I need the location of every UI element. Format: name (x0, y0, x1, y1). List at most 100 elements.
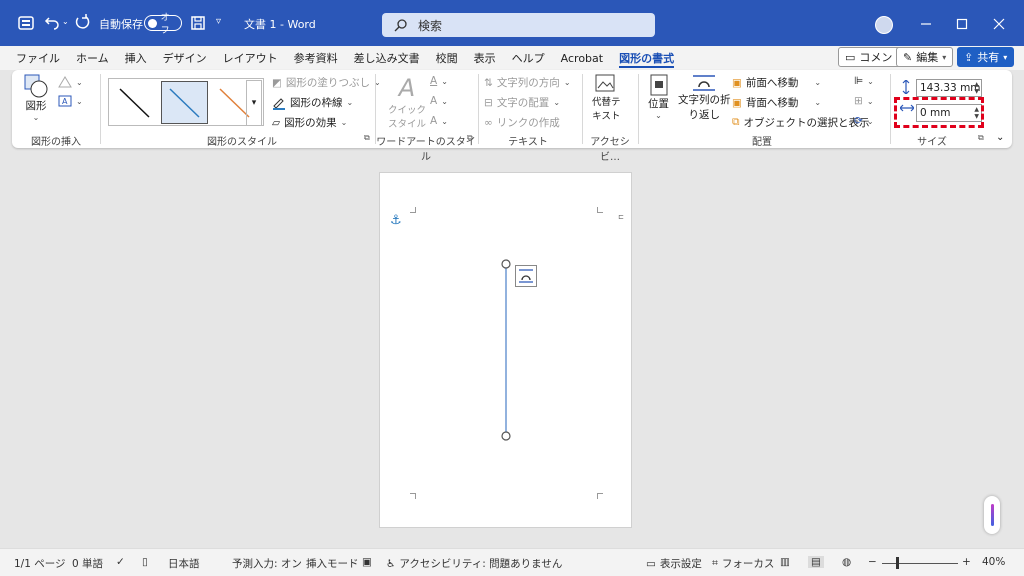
focus-button[interactable]: ⌗ フォーカス (712, 556, 774, 571)
save-icon[interactable] (190, 15, 206, 31)
word-app-icon[interactable] (18, 15, 34, 31)
undo-dropdown-icon[interactable]: ⌄ (62, 17, 69, 26)
style-gallery-more-button[interactable]: ▾ (246, 80, 262, 126)
document-page[interactable]: ⚓ ⊏ (379, 172, 632, 528)
autosave-toggle[interactable]: オフ (144, 13, 182, 36)
predictive-input-status[interactable]: 予測入力: オン (232, 556, 302, 571)
tab-home[interactable]: ホーム (68, 46, 117, 70)
language-status[interactable]: 日本語 (168, 556, 200, 571)
create-link-button[interactable]: ∞ リンクの作成 (484, 115, 560, 130)
tab-shape-format[interactable]: 図形の書式 (611, 46, 682, 70)
focus-label: フォーカス (721, 558, 775, 570)
tab-mailings[interactable]: 差し込み文書 (346, 46, 428, 70)
minimize-icon[interactable] (920, 18, 932, 30)
share-button[interactable]: ⇪ 共有 ▾ (957, 47, 1015, 67)
dialog-launcher-icon[interactable]: ⧉ (364, 133, 370, 143)
tab-layout[interactable]: レイアウト (215, 46, 286, 70)
vertical-line-shape[interactable] (498, 259, 514, 441)
align-text-label: 文字の配置 (496, 97, 550, 109)
display-settings-button[interactable]: ▭ 表示設定 (646, 556, 702, 571)
rotate-button[interactable]: ⟳ ⌄ (854, 115, 874, 127)
tab-file[interactable]: ファイル (8, 46, 68, 70)
read-mode-icon[interactable]: ▥ (780, 556, 790, 568)
tab-help[interactable]: ヘルプ (504, 46, 553, 70)
edit-mode-button[interactable]: ✎ 編集 ▾ (896, 47, 954, 67)
maximize-icon[interactable] (956, 18, 968, 30)
group-objects-button[interactable]: ⊞ ⌄ (854, 95, 874, 107)
text-effects-button[interactable]: A ⌄ (430, 115, 448, 127)
alt-text-button[interactable]: 代替テ キスト (592, 74, 621, 122)
tab-view[interactable]: 表示 (466, 46, 504, 70)
macro-icon[interactable]: ▣ (362, 556, 372, 568)
shape-style-gallery[interactable] (108, 78, 264, 126)
text-outline-icon: A (430, 95, 438, 107)
group-divider (478, 74, 479, 144)
search-box[interactable]: 検索 (382, 13, 655, 37)
print-layout-icon[interactable]: ▤ (808, 556, 824, 568)
word-count[interactable]: 0 単語 (72, 556, 103, 571)
margin-corner (410, 493, 416, 499)
dialog-launcher-icon[interactable]: ⧉ (467, 133, 473, 143)
text-direction-button[interactable]: ⇅ 文字列の方向 ⌄ (484, 75, 571, 90)
style-swatch-blue[interactable] (161, 81, 208, 124)
page-count[interactable]: 1/1 ページ (14, 556, 66, 571)
style-swatch-black[interactable] (111, 81, 158, 124)
send-backward-button[interactable]: ▣ 背面へ移動 ⌄ (732, 95, 821, 110)
size-group-label: サイズ (917, 137, 947, 148)
shape-height-field[interactable]: 143.33 mm ▲ ▼ (916, 79, 982, 97)
chevron-down-icon: ▾ (942, 52, 947, 62)
tab-acrobat[interactable]: Acrobat (553, 46, 611, 70)
insert-shapes-group-label: 図形の挿入 (31, 137, 81, 148)
zoom-out-icon[interactable]: − (868, 556, 877, 568)
tab-references[interactable]: 参考資料 (286, 46, 346, 70)
bring-forward-button[interactable]: ▣ 前面へ移動 ⌄ (732, 75, 821, 90)
dialog-launcher-icon[interactable]: ⧉ (978, 133, 984, 143)
collapse-ribbon-icon[interactable]: ⌄ (996, 132, 1004, 143)
text-outline-button[interactable]: A ⌄ (430, 95, 448, 107)
shapes-button[interactable]: 図形 ⌄ (24, 74, 48, 122)
layout-options-button[interactable] (515, 265, 537, 287)
align-button[interactable]: ⊫ ⌄ (854, 75, 874, 87)
copilot-scroll-widget[interactable] (984, 496, 1000, 534)
proofing-icon[interactable]: ✓ (116, 556, 125, 568)
shape-fill-button[interactable]: ◩ 図形の塗りつぶし ⌄ (272, 75, 381, 90)
wrap-text-label-2: り返し (688, 109, 721, 121)
layout-options-icon (519, 269, 533, 283)
text-fill-button[interactable]: A ⌄ (430, 75, 448, 87)
position-button[interactable]: 位置 ⌄ (648, 74, 669, 120)
text-box-button[interactable]: A ⌄ (58, 95, 83, 107)
accessibility-status-label: アクセシビリティ: 問題ありません (399, 558, 563, 570)
accessibility-status[interactable]: ♿ アクセシビリティ: 問題ありません (386, 556, 562, 571)
insert-mode-status[interactable]: 挿入モード (306, 556, 359, 571)
wrap-text-button[interactable]: 文字列の折 り返し (678, 74, 731, 122)
zoom-in-icon[interactable]: + (962, 556, 971, 568)
account-avatar[interactable] (875, 16, 893, 34)
tab-design[interactable]: デザイン (155, 46, 215, 70)
chevron-down-icon: ⌄ (655, 111, 662, 120)
zoom-level[interactable]: 40% (982, 556, 1005, 568)
web-layout-icon[interactable]: ◍ (842, 556, 851, 568)
customize-toolbar-icon[interactable]: ▿ (216, 16, 221, 27)
align-text-button[interactable]: ⊟ 文字の配置 ⌄ (484, 95, 560, 110)
tab-insert[interactable]: 挿入 (117, 46, 155, 70)
spinner-icon[interactable]: ▲ ▼ (974, 81, 979, 95)
svg-text:A: A (62, 97, 68, 106)
anchor-icon: ⚓ (390, 213, 402, 228)
shape-outline-button[interactable]: 図形の枠線 ⌄ (272, 95, 353, 110)
tab-review[interactable]: 校閲 (428, 46, 466, 70)
chevron-down-icon: ⌄ (441, 76, 448, 86)
quick-style-button[interactable]: A クイック スタイル (388, 74, 426, 130)
close-icon[interactable] (993, 18, 1005, 30)
edit-shape-button[interactable]: ⌄ (58, 76, 83, 88)
selection-pane-button[interactable]: ⧉ オブジェクトの選択と表示 (732, 115, 870, 130)
quick-style-label-2: スタイル (388, 119, 427, 130)
position-icon (650, 74, 667, 96)
chevron-down-icon: ⌄ (866, 96, 874, 106)
book-icon[interactable]: ▯ (142, 556, 148, 568)
zoom-slider-thumb[interactable] (896, 557, 899, 569)
chevron-down-icon: ⌄ (441, 116, 448, 126)
redo-icon[interactable] (74, 14, 90, 30)
undo-icon[interactable] (44, 14, 60, 30)
shape-effects-button[interactable]: ▱ 図形の効果 ⌄ (272, 115, 347, 130)
zoom-slider-track[interactable] (882, 563, 958, 564)
